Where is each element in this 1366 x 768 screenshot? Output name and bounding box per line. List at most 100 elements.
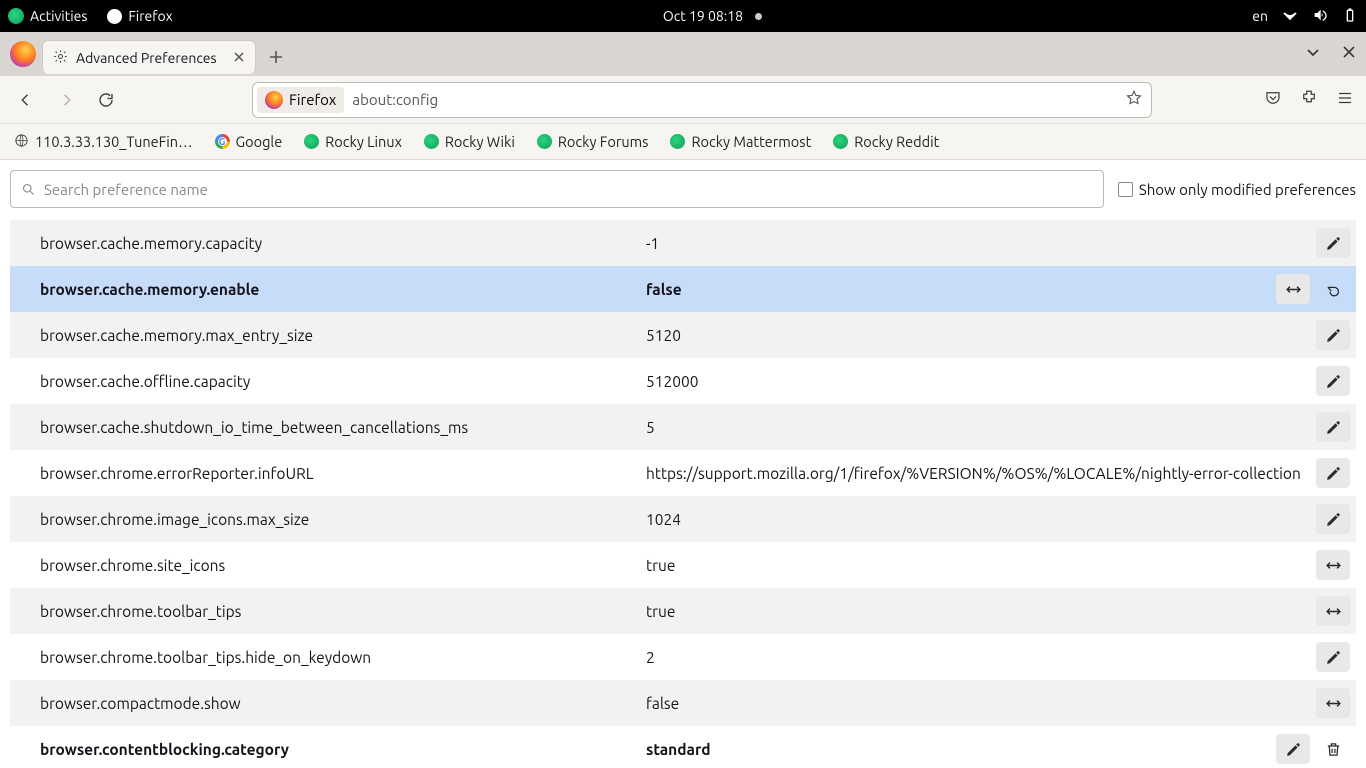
tab-advanced-preferences[interactable]: Advanced Preferences — [42, 40, 256, 74]
bookmark-item[interactable]: Rocky Reddit — [833, 133, 939, 150]
window-close-button[interactable] — [1342, 45, 1356, 63]
bookmark-label: 110.3.33.130_TuneFin… — [35, 133, 193, 150]
appmenu-button[interactable]: Firefox — [107, 8, 172, 24]
url-text[interactable]: about:config — [352, 91, 1117, 108]
checkbox-icon — [1118, 182, 1133, 197]
pref-row[interactable]: browser.cache.memory.capacity-1 — [10, 220, 1356, 266]
pref-name: browser.cache.memory.max_entry_size — [40, 327, 646, 344]
pref-value: true — [646, 557, 1316, 574]
identity-label: Firefox — [289, 91, 336, 108]
pref-row[interactable]: browser.cache.offline.capacity512000 — [10, 358, 1356, 404]
edit-button[interactable] — [1316, 320, 1350, 350]
delete-button[interactable] — [1316, 734, 1350, 764]
bookmark-item[interactable]: 110.3.33.130_TuneFin… — [14, 133, 193, 151]
pref-row[interactable]: browser.cache.memory.enablefalse — [10, 266, 1356, 312]
rocky-icon — [8, 8, 24, 24]
app-menu-button[interactable] — [1336, 89, 1354, 111]
about-config-page: Show only modified preferences browser.c… — [0, 160, 1366, 768]
back-button[interactable] — [12, 86, 40, 114]
pref-row[interactable]: browser.compactmode.showfalse — [10, 680, 1356, 726]
extensions-button[interactable] — [1300, 89, 1318, 111]
google-icon: G — [215, 134, 230, 149]
rocky-icon — [833, 134, 848, 149]
reset-button[interactable] — [1316, 274, 1350, 304]
edit-button[interactable] — [1316, 228, 1350, 258]
pref-value: 512000 — [646, 373, 1316, 390]
new-tab-button[interactable] — [262, 43, 290, 71]
pref-actions — [1316, 458, 1356, 488]
pref-name: browser.cache.shutdown_io_time_between_c… — [40, 419, 646, 436]
show-only-modified-checkbox[interactable]: Show only modified preferences — [1118, 181, 1356, 198]
system-tray[interactable]: en — [1252, 7, 1358, 26]
pref-row[interactable]: browser.cache.memory.max_entry_size5120 — [10, 312, 1356, 358]
identity-box[interactable]: Firefox — [257, 87, 344, 113]
pref-name: browser.contentblocking.category — [40, 741, 646, 758]
pref-value: false — [646, 695, 1316, 712]
pref-name: browser.cache.memory.enable — [40, 281, 646, 298]
pref-actions — [1316, 320, 1356, 350]
pref-value: 5120 — [646, 327, 1316, 344]
toggle-button[interactable] — [1316, 596, 1350, 626]
tab-strip: Advanced Preferences — [0, 32, 1366, 76]
pref-actions — [1316, 412, 1356, 442]
activities-label: Activities — [30, 8, 87, 24]
bookmark-item[interactable]: Rocky Mattermost — [670, 133, 811, 150]
clock[interactable]: Oct 19 08:18 — [663, 8, 743, 24]
pref-actions — [1316, 366, 1356, 396]
bookmark-label: Rocky Forums — [558, 133, 649, 150]
pref-search-box[interactable] — [10, 170, 1104, 208]
bookmark-label: Rocky Mattermost — [691, 133, 811, 150]
volume-icon — [1312, 7, 1328, 26]
url-bar[interactable]: Firefox about:config — [252, 82, 1152, 118]
tab-close-button[interactable] — [233, 50, 245, 66]
pref-list[interactable]: browser.cache.memory.capacity-1browser.c… — [0, 216, 1366, 768]
pref-row[interactable]: browser.chrome.site_iconstrue — [10, 542, 1356, 588]
list-all-tabs-button[interactable] — [1306, 45, 1320, 63]
pref-row[interactable]: browser.chrome.toolbar_tipstrue — [10, 588, 1356, 634]
activities-button[interactable]: Activities — [8, 8, 87, 24]
input-language[interactable]: en — [1252, 8, 1268, 24]
pref-name: browser.chrome.image_icons.max_size — [40, 511, 646, 528]
pref-name: browser.chrome.errorReporter.infoURL — [40, 465, 646, 482]
bookmark-label: Google — [236, 133, 283, 150]
pref-search-input[interactable] — [44, 181, 1093, 198]
pref-row[interactable]: browser.chrome.errorReporter.infoURLhttp… — [10, 450, 1356, 496]
bookmark-item[interactable]: Rocky Wiki — [424, 133, 515, 150]
pref-name: browser.chrome.toolbar_tips — [40, 603, 646, 620]
bookmark-item[interactable]: Rocky Linux — [304, 133, 402, 150]
rocky-icon — [304, 134, 319, 149]
pref-row[interactable]: browser.chrome.image_icons.max_size1024 — [10, 496, 1356, 542]
firefox-icon — [107, 9, 122, 24]
pref-row[interactable]: browser.cache.shutdown_io_time_between_c… — [10, 404, 1356, 450]
pref-row[interactable]: browser.contentblocking.categorystandard — [10, 726, 1356, 768]
pref-name: browser.chrome.site_icons — [40, 557, 646, 574]
search-icon — [21, 182, 36, 197]
edit-button[interactable] — [1276, 734, 1310, 764]
edit-button[interactable] — [1316, 504, 1350, 534]
rocky-icon — [424, 134, 439, 149]
toggle-button[interactable] — [1316, 550, 1350, 580]
pref-value: standard — [646, 741, 1276, 758]
bookmark-item[interactable]: Rocky Forums — [537, 133, 649, 150]
notification-dot-icon — [755, 13, 762, 20]
edit-button[interactable] — [1316, 642, 1350, 672]
toggle-button[interactable] — [1276, 274, 1310, 304]
pref-name: browser.cache.memory.capacity — [40, 235, 646, 252]
pref-actions — [1316, 228, 1356, 258]
edit-button[interactable] — [1316, 412, 1350, 442]
forward-button — [52, 86, 80, 114]
pref-value: 1024 — [646, 511, 1316, 528]
edit-button[interactable] — [1316, 458, 1350, 488]
bookmark-star-button[interactable] — [1125, 89, 1143, 111]
pref-actions — [1316, 550, 1356, 580]
toggle-button[interactable] — [1316, 688, 1350, 718]
pref-row[interactable]: browser.chrome.toolbar_tips.hide_on_keyd… — [10, 634, 1356, 680]
reload-button[interactable] — [92, 86, 120, 114]
save-to-pocket-button[interactable] — [1264, 89, 1282, 111]
pref-actions — [1276, 734, 1356, 764]
bookmark-label: Rocky Reddit — [854, 133, 939, 150]
edit-button[interactable] — [1316, 366, 1350, 396]
bookmark-label: Rocky Linux — [325, 133, 402, 150]
pref-actions — [1316, 688, 1356, 718]
bookmark-item[interactable]: G Google — [215, 133, 283, 150]
